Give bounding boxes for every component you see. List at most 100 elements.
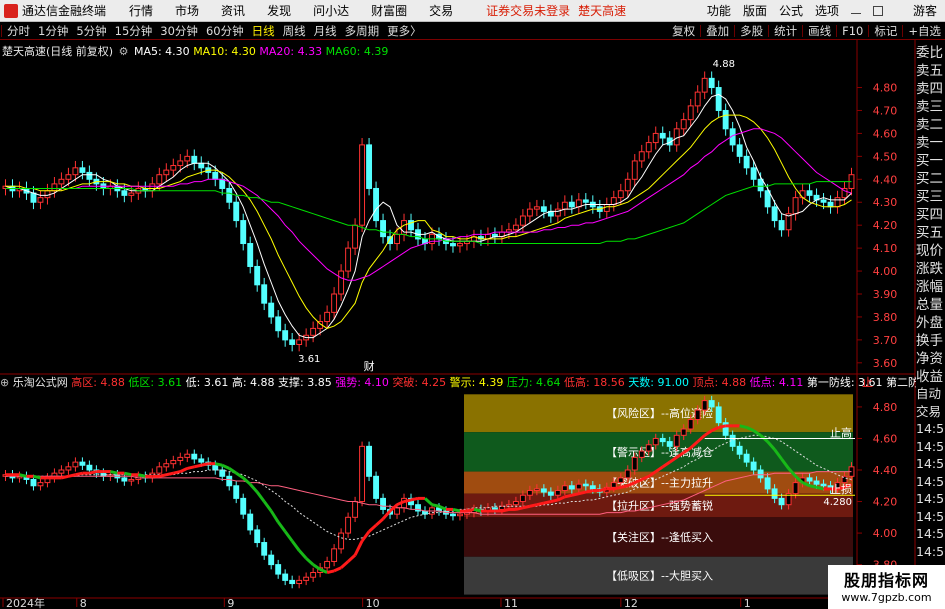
sub-candle[interactable] bbox=[610, 482, 617, 488]
main-candle[interactable] bbox=[352, 224, 359, 249]
main-candle[interactable] bbox=[673, 128, 680, 146]
main-candle[interactable] bbox=[191, 155, 198, 164]
main-candle[interactable] bbox=[58, 178, 65, 185]
side-auto[interactable]: 自动 bbox=[916, 385, 945, 403]
sub-candle[interactable] bbox=[226, 475, 233, 487]
sub-candle[interactable] bbox=[743, 453, 750, 463]
sub-candle[interactable] bbox=[568, 485, 575, 490]
sub-candle[interactable] bbox=[652, 437, 659, 446]
tool-draw[interactable]: 画线 bbox=[808, 23, 831, 39]
main-candle[interactable] bbox=[806, 190, 813, 196]
main-candle[interactable] bbox=[631, 160, 638, 180]
main-candle[interactable] bbox=[233, 201, 240, 222]
sub-candle[interactable] bbox=[708, 400, 715, 408]
sub-candle[interactable] bbox=[687, 419, 694, 430]
sub-candle[interactable] bbox=[219, 469, 226, 477]
menu-item-layout[interactable]: 版面 bbox=[743, 2, 767, 19]
menu-item-options[interactable]: 选项 bbox=[815, 2, 839, 19]
sub-candle[interactable] bbox=[813, 480, 820, 485]
main-candle[interactable] bbox=[722, 109, 729, 130]
sub-candle[interactable] bbox=[736, 445, 743, 455]
sub-candle[interactable] bbox=[694, 409, 701, 421]
sub-candle[interactable] bbox=[806, 477, 813, 482]
main-candle[interactable] bbox=[526, 208, 533, 217]
main-candle[interactable] bbox=[338, 270, 345, 295]
sub-candle[interactable] bbox=[757, 469, 764, 479]
period-more[interactable]: 更多〉 bbox=[387, 23, 422, 39]
main-candle[interactable] bbox=[617, 190, 624, 199]
main-candle[interactable] bbox=[170, 165, 177, 171]
sub-candle[interactable] bbox=[673, 434, 680, 447]
sub-candle[interactable] bbox=[282, 573, 289, 581]
menu-item-discover[interactable]: 发现 bbox=[267, 2, 291, 19]
menu-item-news[interactable]: 资讯 bbox=[221, 2, 245, 19]
sub-candle[interactable] bbox=[659, 437, 666, 443]
kline-chart[interactable]: 4.80 4.70 4.60 4.50 4.40 4.30 4.20 4.10 4.00 3.90… bbox=[0, 40, 945, 609]
sub-candle[interactable] bbox=[156, 466, 163, 474]
sub-candle[interactable] bbox=[666, 441, 673, 447]
period-1min[interactable]: 1分钟 bbox=[38, 23, 68, 39]
sub-candle[interactable] bbox=[771, 488, 778, 499]
sub-candle[interactable] bbox=[338, 532, 345, 550]
tool-mark[interactable]: 标记 bbox=[874, 23, 897, 39]
main-candle[interactable] bbox=[212, 171, 219, 180]
sub-candle[interactable] bbox=[394, 507, 400, 515]
main-candle[interactable] bbox=[65, 174, 72, 180]
main-candle[interactable] bbox=[359, 144, 366, 226]
menu-item-wealth[interactable]: 财富圈 bbox=[371, 2, 407, 19]
sub-candle[interactable] bbox=[310, 572, 317, 578]
sub-candle[interactable] bbox=[79, 461, 86, 466]
main-candle[interactable] bbox=[30, 192, 37, 203]
sub-candle[interactable] bbox=[331, 548, 338, 562]
main-candle[interactable] bbox=[331, 293, 338, 313]
main-candle[interactable] bbox=[778, 220, 785, 231]
sub-candle[interactable] bbox=[275, 564, 282, 575]
sub-candle[interactable] bbox=[617, 477, 624, 484]
main-candle[interactable] bbox=[624, 178, 631, 192]
sub-candle[interactable] bbox=[575, 483, 582, 490]
main-candle[interactable] bbox=[72, 167, 79, 176]
main-candle[interactable] bbox=[834, 197, 841, 208]
period-5min[interactable]: 5分钟 bbox=[76, 23, 106, 39]
main-candle[interactable] bbox=[226, 187, 233, 203]
main-candle[interactable] bbox=[275, 316, 282, 332]
sub-candle[interactable] bbox=[296, 579, 303, 585]
main-candle[interactable] bbox=[603, 204, 610, 212]
main-candle[interactable] bbox=[163, 169, 170, 176]
main-candle[interactable] bbox=[198, 162, 205, 169]
sub-candle[interactable] bbox=[184, 453, 191, 458]
sub-candle[interactable] bbox=[128, 478, 135, 482]
menu-item-trade[interactable]: 交易 bbox=[429, 2, 453, 19]
main-candle[interactable] bbox=[708, 77, 715, 89]
main-candle[interactable] bbox=[156, 174, 163, 185]
sub-candle[interactable] bbox=[491, 507, 498, 510]
main-candle[interactable] bbox=[380, 220, 387, 238]
main-candle[interactable] bbox=[86, 171, 93, 180]
sub-candle[interactable] bbox=[638, 450, 645, 458]
guest-label[interactable]: 游客 bbox=[913, 2, 937, 19]
main-candle[interactable] bbox=[645, 142, 652, 153]
sub-candle[interactable] bbox=[345, 516, 352, 534]
sub-candle[interactable] bbox=[624, 469, 631, 479]
period-15min[interactable]: 15分钟 bbox=[115, 23, 153, 39]
main-candle[interactable] bbox=[512, 224, 519, 231]
sub-candle[interactable] bbox=[519, 494, 526, 503]
sub-candle[interactable] bbox=[750, 461, 757, 471]
main-candle[interactable] bbox=[51, 183, 58, 192]
sub-candle[interactable] bbox=[30, 478, 37, 487]
sub-candle[interactable] bbox=[170, 460, 177, 465]
sub-candle[interactable] bbox=[303, 576, 310, 581]
sub-candle[interactable] bbox=[254, 529, 261, 544]
sub-candle[interactable] bbox=[247, 513, 254, 531]
sub-candle[interactable] bbox=[645, 444, 652, 452]
sub-candle[interactable] bbox=[533, 488, 540, 491]
sub-candle[interactable] bbox=[58, 469, 65, 474]
main-candle[interactable] bbox=[659, 132, 666, 139]
main-candle[interactable] bbox=[345, 247, 352, 272]
settings-gear-icon[interactable]: ⚙ bbox=[119, 45, 129, 58]
main-candle[interactable] bbox=[450, 243, 456, 247]
sub-candle[interactable] bbox=[86, 464, 93, 471]
main-candle[interactable] bbox=[680, 119, 687, 130]
sub-candle[interactable] bbox=[764, 477, 771, 490]
sub-candle[interactable] bbox=[561, 485, 568, 491]
